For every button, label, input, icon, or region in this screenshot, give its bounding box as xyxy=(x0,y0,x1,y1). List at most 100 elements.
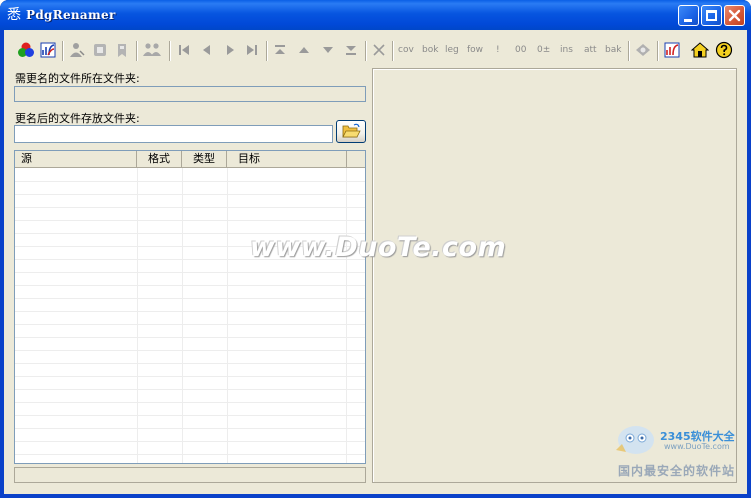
row-divider xyxy=(15,428,365,429)
row-divider xyxy=(15,454,365,455)
row-divider xyxy=(15,324,365,325)
last-button[interactable] xyxy=(242,40,262,60)
toolbar-separator xyxy=(266,41,268,61)
move-down-icon xyxy=(323,47,333,53)
rename-button[interactable] xyxy=(38,40,58,60)
row-divider xyxy=(15,194,365,195)
ins-button[interactable]: ins xyxy=(560,45,573,55)
colors-button[interactable] xyxy=(16,40,36,60)
toolbar-separator xyxy=(62,41,64,61)
tag-icon xyxy=(118,44,126,57)
exclaim-button[interactable]: ! xyxy=(496,45,500,55)
row-divider xyxy=(15,376,365,377)
people-icon xyxy=(143,43,161,56)
move-bottom-icon xyxy=(346,46,356,55)
source-folder-field[interactable] xyxy=(14,86,366,102)
row-divider xyxy=(15,311,365,312)
file-table[interactable]: 源 格式 类型 目标 xyxy=(14,150,366,464)
target-folder-field[interactable] xyxy=(14,125,333,143)
colors-icon xyxy=(18,42,34,57)
move-top-icon xyxy=(275,45,285,54)
toolbar-separator xyxy=(169,41,171,61)
minimize-button[interactable] xyxy=(678,5,699,26)
bok-button[interactable]: bok xyxy=(422,45,438,55)
page-button[interactable] xyxy=(90,40,110,60)
row-divider xyxy=(15,402,365,403)
prev-button[interactable] xyxy=(197,40,217,60)
att-button[interactable]: att xyxy=(584,45,597,55)
row-divider xyxy=(15,272,365,273)
row-divider xyxy=(15,207,365,208)
window-frame-bottom xyxy=(0,494,751,498)
row-divider xyxy=(15,298,365,299)
settings-icon xyxy=(636,44,650,56)
browse-folder-button[interactable] xyxy=(336,120,366,143)
toolbar-separator xyxy=(628,41,630,61)
delete-button[interactable] xyxy=(369,40,389,60)
delete-icon xyxy=(373,44,385,56)
watermark-logo: 2345软件大全 www.DuoTe.com 国内最安全的软件站 xyxy=(612,420,750,480)
toolbar-separator xyxy=(392,41,394,61)
row-divider xyxy=(15,350,365,351)
prev-icon xyxy=(203,45,210,55)
help-icon xyxy=(715,41,733,59)
app-icon: 悉 xyxy=(7,7,21,23)
next-icon xyxy=(227,45,234,55)
app-window: 悉 PdgRenamer cov bok leg fow ! 00 0± ins… xyxy=(0,0,751,498)
move-top-button[interactable] xyxy=(270,40,290,60)
column-header-target[interactable]: 目标 xyxy=(227,151,347,168)
user-icon xyxy=(70,43,85,57)
watermark-logo-slogan: 国内最安全的软件站 xyxy=(618,464,736,478)
fow-button[interactable]: fow xyxy=(467,45,483,55)
folder-open-icon xyxy=(342,123,361,138)
column-divider xyxy=(137,168,138,463)
column-header-source[interactable]: 源 xyxy=(15,151,137,168)
toolbar-separator xyxy=(365,41,367,61)
move-down-button[interactable] xyxy=(318,40,338,60)
cov-button[interactable]: cov xyxy=(398,45,414,55)
title-bar[interactable]: 悉 PdgRenamer xyxy=(0,0,751,30)
toolbar: cov bok leg fow ! 00 0± ins att bak xyxy=(4,36,744,64)
leg-button[interactable]: leg xyxy=(445,45,459,55)
zero-zero-button[interactable]: 00 xyxy=(515,45,526,55)
page-icon xyxy=(94,44,106,56)
maximize-icon xyxy=(706,10,717,21)
row-divider xyxy=(15,389,365,390)
row-divider xyxy=(15,181,365,182)
first-button[interactable] xyxy=(174,40,194,60)
row-divider xyxy=(15,441,365,442)
table-header: 源 格式 类型 目标 xyxy=(15,151,365,168)
home-icon xyxy=(691,42,709,58)
people-button[interactable] xyxy=(142,40,162,60)
table-body xyxy=(15,168,365,463)
tag-button[interactable] xyxy=(112,40,132,60)
row-divider xyxy=(15,337,365,338)
web-button[interactable] xyxy=(662,40,682,60)
source-folder-label: 需更名的文件所在文件夹: xyxy=(15,72,140,85)
status-bar xyxy=(14,467,366,483)
close-button[interactable] xyxy=(724,5,745,26)
move-bottom-button[interactable] xyxy=(341,40,361,60)
target-folder-label: 更名后的文件存放文件夹: xyxy=(15,112,140,125)
column-header-type[interactable]: 类型 xyxy=(182,151,227,168)
user-button[interactable] xyxy=(67,40,87,60)
maximize-button[interactable] xyxy=(701,5,722,26)
row-divider xyxy=(15,415,365,416)
watermark-text: www.DuoTe.com xyxy=(250,232,507,263)
last-icon xyxy=(247,45,257,55)
close-icon xyxy=(728,9,741,22)
next-button[interactable] xyxy=(220,40,240,60)
move-up-button[interactable] xyxy=(294,40,314,60)
web-icon xyxy=(664,42,680,58)
home-button[interactable] xyxy=(690,40,710,60)
settings-button[interactable] xyxy=(633,40,653,60)
zero-plusminus-button[interactable]: 0± xyxy=(537,45,550,55)
window-title: PdgRenamer xyxy=(26,8,116,22)
help-button[interactable] xyxy=(714,40,734,60)
column-divider xyxy=(182,168,183,463)
bak-button[interactable]: bak xyxy=(605,45,621,55)
column-header-format[interactable]: 格式 xyxy=(137,151,182,168)
row-divider xyxy=(15,363,365,364)
watermark-logo-url: www.DuoTe.com xyxy=(664,442,730,451)
move-up-icon xyxy=(299,47,309,53)
